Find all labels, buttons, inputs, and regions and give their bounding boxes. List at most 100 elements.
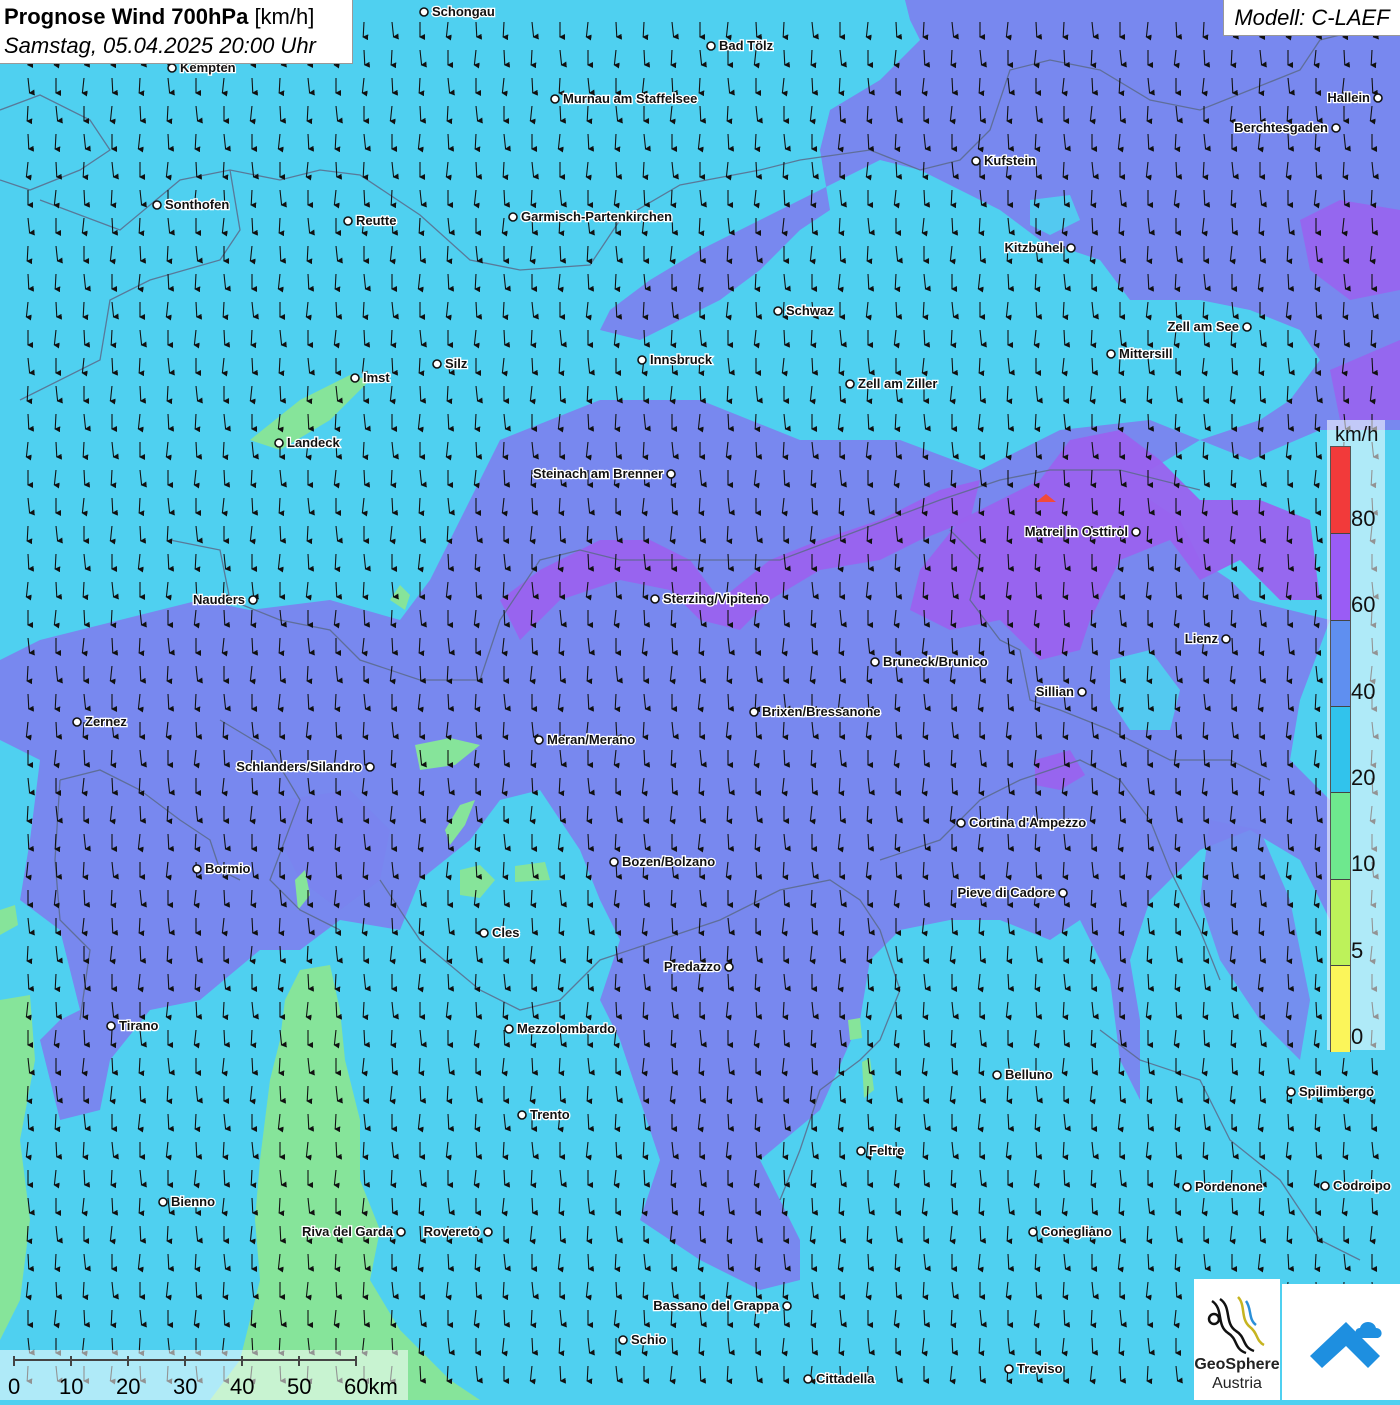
city-label: Riva del Garda [302, 1224, 394, 1239]
city-dot [365, 762, 375, 772]
geosphere-logo[interactable]: GeoSphere Austria [1194, 1279, 1280, 1400]
city-label: Cles [492, 925, 519, 940]
city-marker: Mezzolombardo [504, 1020, 617, 1037]
city-dot [504, 1024, 514, 1034]
legend-label: 5 [1351, 937, 1364, 963]
city-dot [1221, 634, 1231, 644]
city-dot [773, 306, 783, 316]
city-label: Codroipo [1333, 1178, 1391, 1193]
city-label: Nauders [193, 592, 245, 607]
legend-swatch [1331, 447, 1350, 534]
city-label: Bienno [171, 1194, 215, 1209]
city-dot [666, 469, 676, 479]
legend-swatch [1331, 878, 1350, 966]
city-dot [1066, 243, 1076, 253]
city-dot [396, 1227, 406, 1237]
scale-label: 50 [287, 1374, 312, 1399]
city-marker: Schlanders/Silandro [235, 758, 375, 775]
city-label: Sonthofen [165, 197, 229, 212]
title-bold: Prognose Wind 700hPa [4, 4, 249, 29]
city-dot [1320, 1181, 1330, 1191]
city-dot [248, 595, 258, 605]
legend-bar [1330, 446, 1351, 1053]
city-dot [803, 1374, 813, 1384]
city-marker: Conegliano [1028, 1223, 1113, 1240]
scale-label: 10 [59, 1374, 84, 1399]
city-dot [1373, 93, 1383, 103]
title-unit: [km/h] [254, 4, 315, 29]
city-label: Berchtesgaden [1234, 120, 1328, 135]
city-label: Bormio [205, 861, 251, 876]
scale-label: 0 [8, 1374, 21, 1399]
map-title: Prognose Wind 700hPa [km/h] [4, 4, 314, 30]
legend-swatch [1331, 619, 1350, 707]
city-marker: Bassano del Grappa [652, 1297, 792, 1314]
city-dot [343, 216, 353, 226]
city-dot [609, 857, 619, 867]
city-label: Reutte [356, 213, 396, 228]
legend-swatch [1331, 792, 1350, 880]
city-label: Lienz [1185, 631, 1219, 646]
scale-bar: 0 10 20 30 40 50 60km [0, 1350, 408, 1400]
city-dot [1004, 1364, 1014, 1374]
city-dot [1286, 1087, 1296, 1097]
city-label: Bassano del Grappa [653, 1298, 779, 1313]
city-label: Schlanders/Silandro [236, 759, 362, 774]
geosphere-logo-mark [1207, 1296, 1265, 1355]
scale-label: 60km [344, 1374, 398, 1399]
city-dot [419, 7, 429, 17]
city-dot [971, 156, 981, 166]
city-dot [152, 200, 162, 210]
city-marker: Spilimbergo [1286, 1083, 1375, 1100]
city-marker: Bozen/Bolzano [609, 853, 717, 870]
model-label: Modell: C-LAEF [1223, 0, 1400, 36]
city-marker: Pordenone [1182, 1178, 1264, 1195]
city-dot [534, 735, 544, 745]
city-label: Imst [363, 370, 390, 385]
city-label: Brixen/Bressanone [762, 704, 881, 719]
city-label: Belluno [1005, 1067, 1053, 1082]
city-dot [72, 717, 82, 727]
city-label: Pordenone [1195, 1179, 1263, 1194]
city-dot [782, 1301, 792, 1311]
city-dot [432, 359, 442, 369]
city-dot [483, 1227, 493, 1237]
city-marker: Riva del Garda [301, 1223, 406, 1240]
city-label: Treviso [1017, 1361, 1063, 1376]
city-label: Matrei in Osttirol [1025, 524, 1128, 539]
city-label: Bozen/Bolzano [622, 854, 715, 869]
city-dot [517, 1110, 527, 1120]
city-dot [158, 1197, 168, 1207]
city-dot [870, 657, 880, 667]
geosphere-name: GeoSphere [1194, 1356, 1280, 1373]
legend-label: 80 [1351, 506, 1376, 531]
legend-label: 10 [1351, 851, 1376, 877]
legend-label: 0 [1351, 1023, 1364, 1049]
city-marker: Cortina d'Ampezzo [956, 814, 1088, 831]
weather-app-logo[interactable] [1282, 1284, 1400, 1400]
city-label: Mittersill [1119, 346, 1172, 361]
city-marker: Berchtesgaden [1233, 119, 1341, 136]
city-dot [724, 962, 734, 972]
city-label: Pieve di Cadore [957, 885, 1055, 900]
scale-label: 40 [230, 1374, 255, 1399]
city-dot [479, 928, 489, 938]
scale-label: 30 [173, 1374, 198, 1399]
city-label: Tirano [119, 1018, 159, 1033]
city-label: Bad Tölz [719, 38, 774, 53]
wind-map: SchongauKemptenBad TölzMurnau am Staffel… [0, 0, 1400, 1400]
city-label: Sillian [1036, 684, 1074, 699]
city-label: Bruneck/Brunico [883, 654, 988, 669]
city-dot [167, 63, 177, 73]
city-dot [274, 438, 284, 448]
city-label: Murnau am Staffelsee [563, 91, 697, 106]
city-label: Conegliano [1041, 1224, 1112, 1239]
city-dot [1182, 1182, 1192, 1192]
city-label: Kitzbühel [1005, 240, 1064, 255]
city-label: Landeck [287, 435, 341, 450]
city-marker: Brixen/Bressanone [749, 703, 882, 720]
city-dot [1242, 322, 1252, 332]
city-dot [856, 1146, 866, 1156]
city-label: Zell am See [1167, 319, 1239, 334]
city-dot [706, 41, 716, 51]
